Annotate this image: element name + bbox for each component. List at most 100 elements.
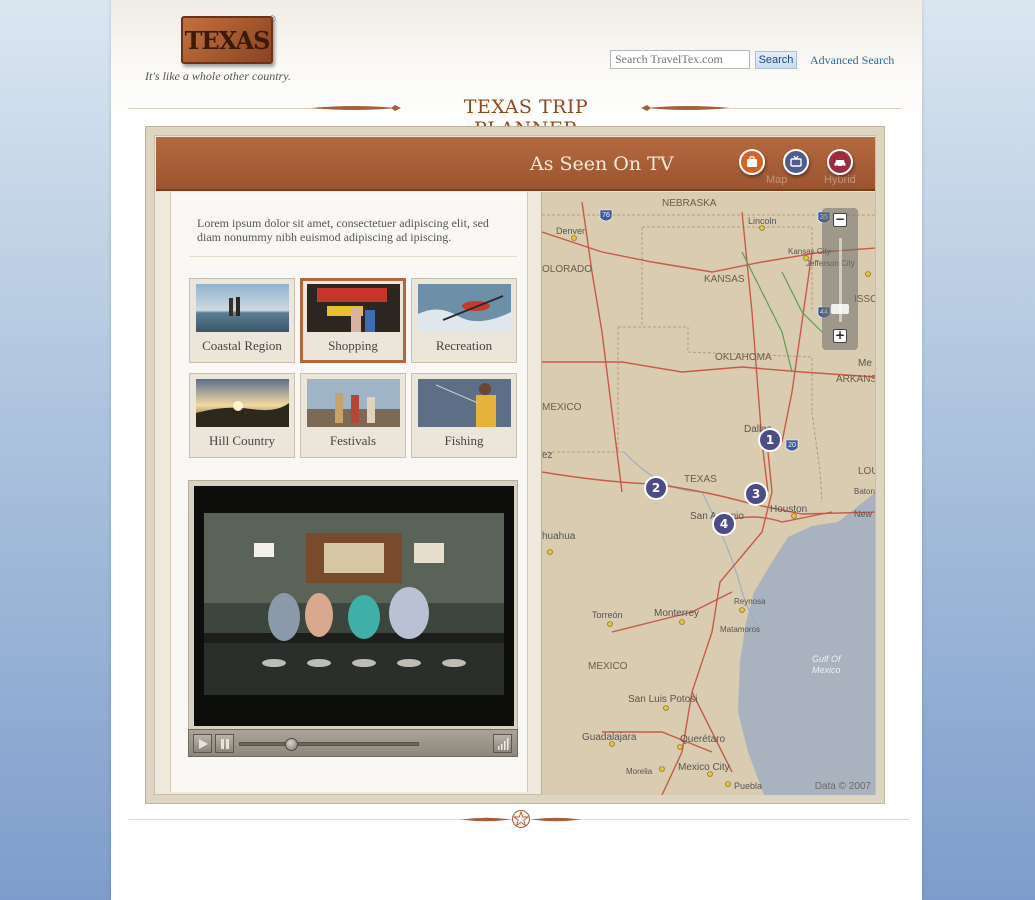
advanced-search-link[interactable]: Advanced Search xyxy=(810,53,894,68)
play-icon xyxy=(198,738,208,749)
video-frame-image xyxy=(204,513,504,695)
map-label-el-paso: ez xyxy=(542,450,553,461)
texas-logo[interactable]: TEXAS xyxy=(181,16,273,64)
divider xyxy=(189,256,517,257)
map-label-chihuahua: huahua xyxy=(542,531,576,542)
category-hill-country[interactable]: Hill Country xyxy=(189,373,295,458)
zoom-slider-handle[interactable] xyxy=(831,304,849,314)
title-ornament-left xyxy=(311,105,401,111)
recreation-thumbnail xyxy=(417,284,511,332)
map-label-memphis: Me xyxy=(858,358,872,369)
map-marker-4[interactable]: 4 xyxy=(712,512,736,536)
map-label-gulf-2: Mexico xyxy=(812,665,841,675)
category-label: Fishing xyxy=(444,433,484,448)
map-label-new-orleans: New xyxy=(854,509,873,519)
section-header: As Seen On TV Map Hybrid xyxy=(156,137,875,191)
category-label: Coastal Region xyxy=(202,338,282,353)
map-label-houston: Houston xyxy=(770,504,807,515)
video-screen[interactable] xyxy=(194,486,514,726)
title-ornament-right xyxy=(641,105,731,111)
svg-text:4: 4 xyxy=(720,517,728,531)
category-coastal-region[interactable]: Coastal Region xyxy=(189,278,295,363)
category-label: Hill Country xyxy=(208,433,276,448)
map-label-denver: Denver xyxy=(556,226,585,236)
tv-icon[interactable] xyxy=(783,149,809,175)
logo-text: TEXAS xyxy=(184,25,271,55)
map-label-baton-rouge: Baton Rouge xyxy=(854,487,875,496)
map-label-queretaro: Querétaro xyxy=(680,734,725,745)
search-button[interactable]: Search xyxy=(755,51,797,69)
volume-icon xyxy=(497,737,508,750)
zoom-out-button[interactable]: − xyxy=(833,213,847,227)
map-label-colorado: OLORADO xyxy=(542,264,592,275)
map-zoom-control: − + xyxy=(822,208,858,350)
category-festivals[interactable]: Festivals xyxy=(300,373,406,458)
map-label-torreon: Torreón xyxy=(592,610,623,620)
intro-text: Lorem ipsum dolor sit amet, consectetuer… xyxy=(197,216,489,244)
coastal-region-thumbnail xyxy=(195,284,289,332)
svg-text:20: 20 xyxy=(788,442,796,449)
video-controls xyxy=(188,729,518,757)
video-progress-handle[interactable] xyxy=(284,738,298,751)
map-label-matamoros: Matamoros xyxy=(720,625,760,634)
search-input[interactable] xyxy=(610,50,750,69)
map-label-monterrey: Monterrey xyxy=(654,608,699,619)
pause-icon xyxy=(220,738,229,749)
map-label-morelia: Morelia xyxy=(626,767,653,776)
map-label-kansas: KANSAS xyxy=(704,274,745,285)
hill-country-thumbnail xyxy=(195,379,289,427)
maptype-map[interactable]: Map xyxy=(766,174,787,186)
svg-text:2: 2 xyxy=(652,481,660,495)
trip-planner-inner: As Seen On TV Map Hybrid Lorem ipsum dol… xyxy=(154,135,876,795)
video-player xyxy=(188,480,518,730)
map-label-oklahoma: OKLAHOMA xyxy=(715,352,772,363)
map-label-texas: TEXAS xyxy=(684,474,717,485)
map-label-nebraska: NEBRASKA xyxy=(662,198,717,209)
registered-mark: ® xyxy=(269,14,276,24)
trip-planner-frame: As Seen On TV Map Hybrid Lorem ipsum dol… xyxy=(145,126,885,804)
car-icon[interactable] xyxy=(827,149,853,175)
interstate-20-shield: 20 xyxy=(785,439,799,452)
map-copyright: Data © 2007 xyxy=(814,781,871,792)
map[interactable]: NEBRASKA Denver OLORADO KANSAS Lincoln K… xyxy=(541,192,875,795)
interstate-76-shield: 76 xyxy=(599,209,613,222)
category-label: Shopping xyxy=(328,338,378,353)
volume-button[interactable] xyxy=(493,734,512,753)
map-label-lincoln: Lincoln xyxy=(748,216,777,226)
map-label-reynosa: Reynosa xyxy=(734,597,766,606)
star-emblem-icon xyxy=(512,810,530,828)
svg-text:1: 1 xyxy=(766,433,774,447)
category-label: Festivals xyxy=(329,433,377,448)
video-progress-bar[interactable] xyxy=(239,738,419,751)
map-label-puebla: Puebla xyxy=(734,781,762,791)
map-marker-2[interactable]: 2 xyxy=(644,476,668,500)
festivals-thumbnail xyxy=(306,379,400,427)
shopping-thumbnail xyxy=(306,284,400,332)
map-marker-1[interactable]: 1 xyxy=(758,428,782,452)
tagline: It's like a whole other country. xyxy=(145,69,291,83)
play-button[interactable] xyxy=(193,734,212,753)
map-label-mexico-city: Mexico City xyxy=(678,762,730,773)
category-shopping[interactable]: Shopping xyxy=(300,278,406,363)
map-marker-3[interactable]: 3 xyxy=(744,482,768,506)
svg-text:3: 3 xyxy=(752,487,760,501)
fishing-thumbnail xyxy=(417,379,511,427)
map-label-new-mexico: MEXICO xyxy=(542,402,582,413)
page: TEXAS ® It's like a whole other country.… xyxy=(111,0,922,900)
briefcase-icon[interactable] xyxy=(739,149,765,175)
map-label-guadalajara: Guadalajara xyxy=(582,732,637,743)
category-label: Recreation xyxy=(435,338,493,353)
maptype-hybrid[interactable]: Hybrid xyxy=(824,174,856,186)
category-fishing[interactable]: Fishing xyxy=(411,373,517,458)
left-panel: Lorem ipsum dolor sit amet, consectetuer… xyxy=(170,192,528,792)
svg-text:76: 76 xyxy=(602,212,610,219)
zoom-in-button[interactable]: + xyxy=(833,329,847,343)
title-rule-right xyxy=(731,108,901,109)
category-recreation[interactable]: Recreation xyxy=(411,278,517,363)
map-label-louisiana: LOUISIAI xyxy=(858,466,875,477)
map-label-san-luis-potosi: San Luis Potosi xyxy=(628,694,698,705)
map-label-arkansas: ARKANS xyxy=(836,374,875,385)
pause-button[interactable] xyxy=(215,734,234,753)
map-label-mexico: MEXICO xyxy=(588,661,628,672)
section-title: As Seen On TV xyxy=(530,153,674,175)
